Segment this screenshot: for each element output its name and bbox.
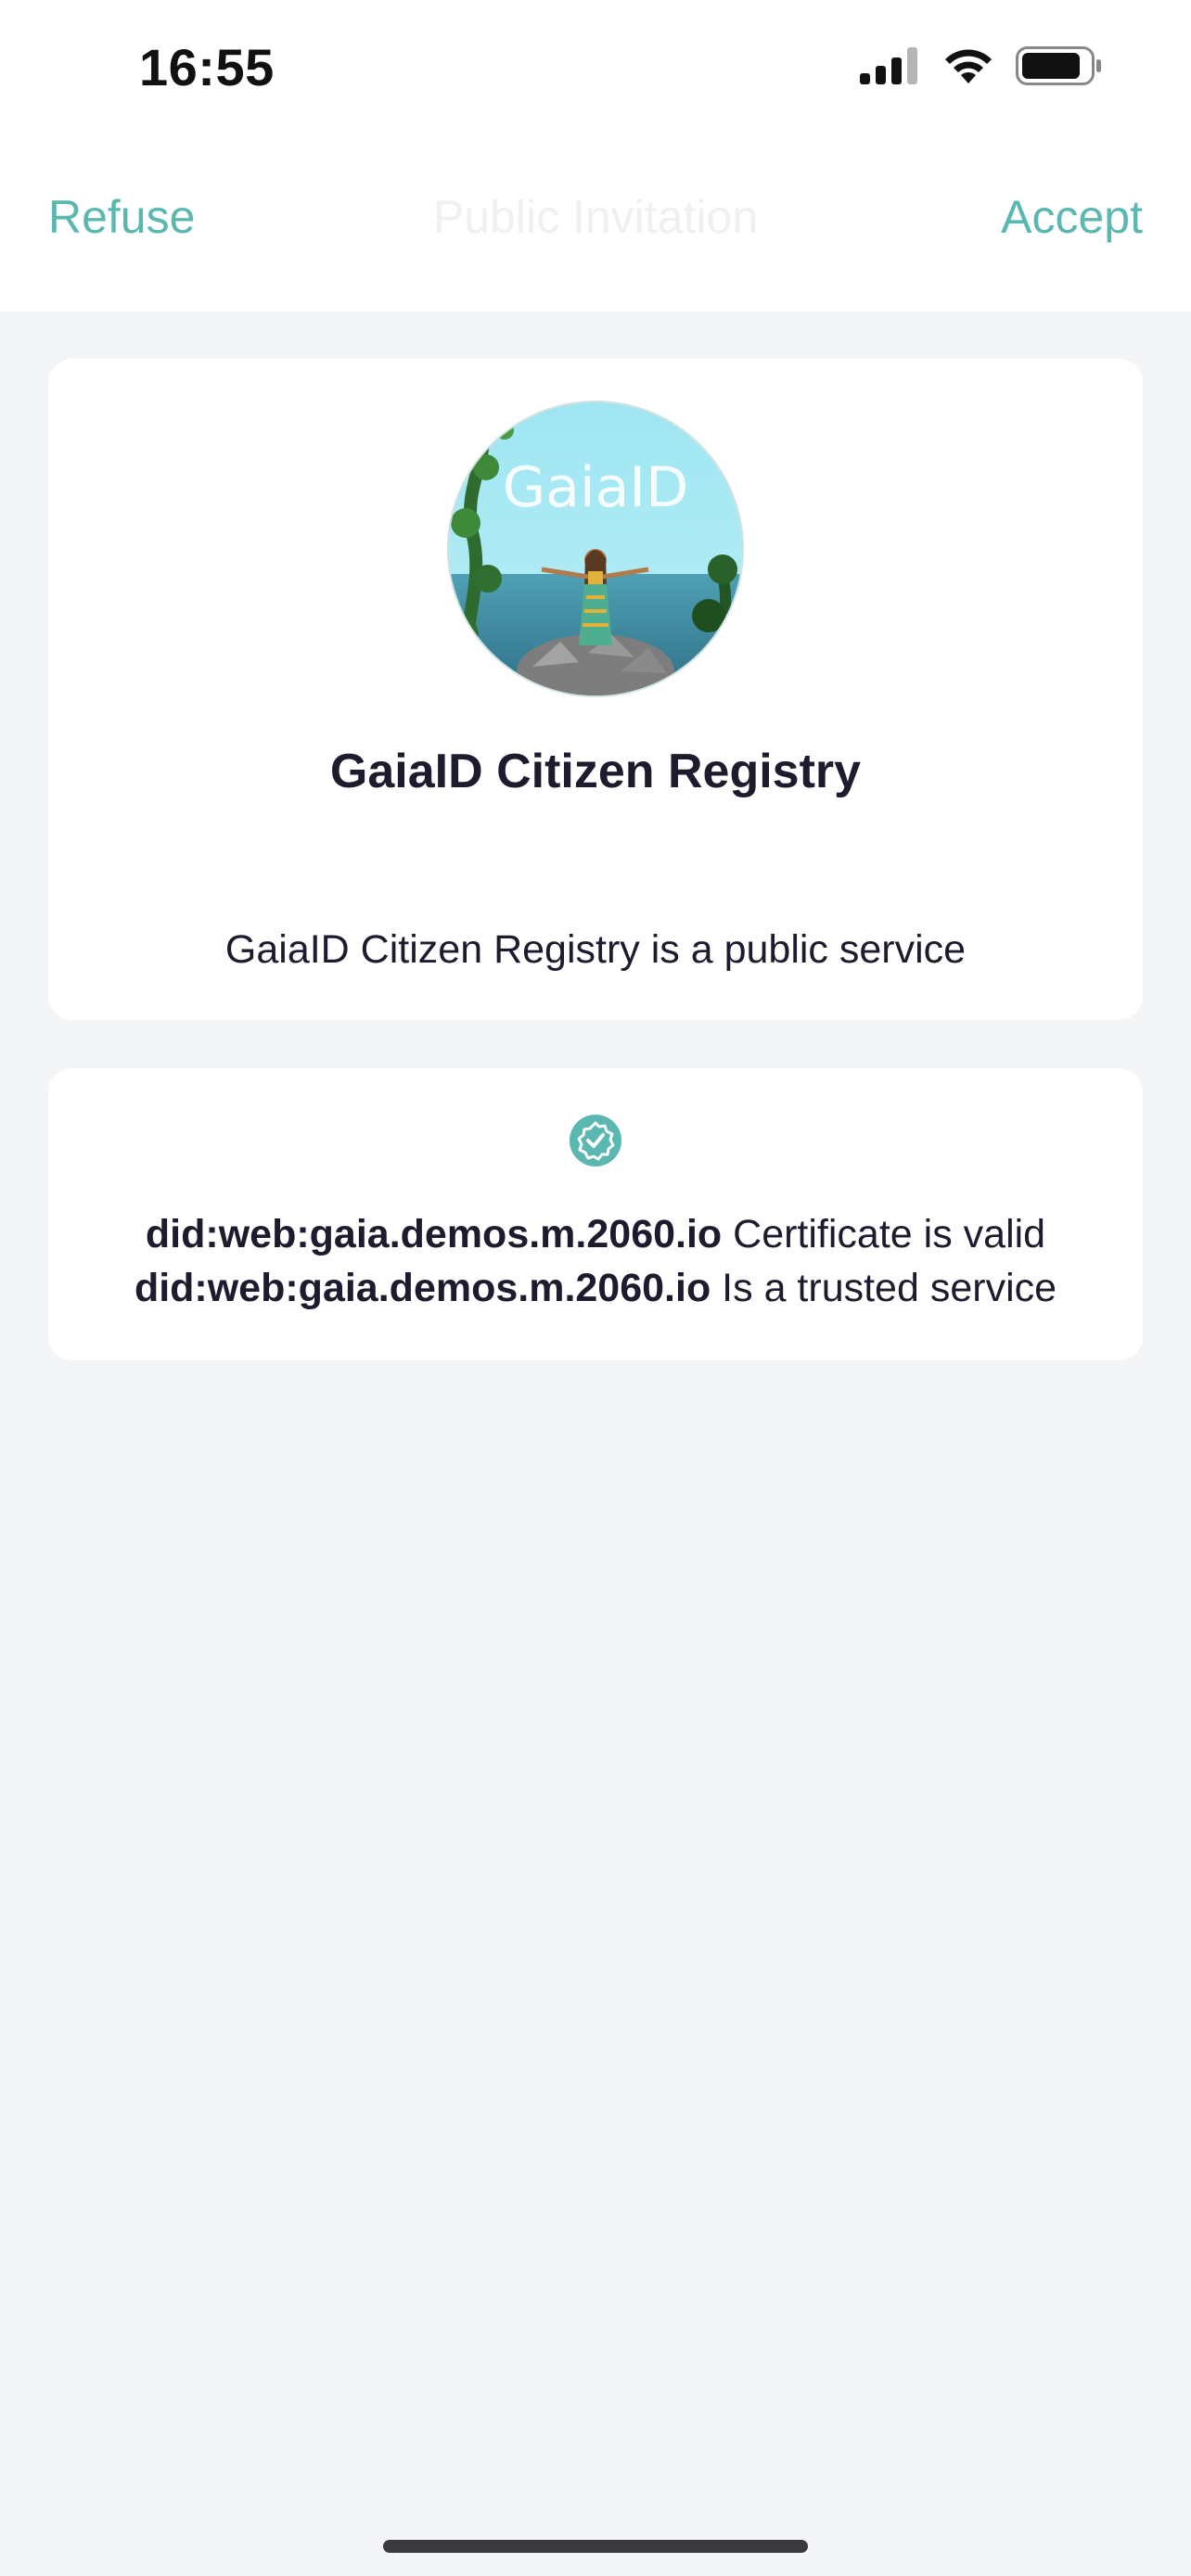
- service-card: GaiaID GaiaID Citizen Registry GaiaID Ci…: [48, 359, 1143, 1020]
- trusted-service-line: did:web:gaia.demos.m.2060.io Is a truste…: [48, 1261, 1143, 1315]
- battery-icon: [1016, 46, 1103, 90]
- trust-status: Is a trusted service: [722, 1266, 1057, 1310]
- status-time: 16:55: [139, 38, 275, 96]
- did-identifier: did:web:gaia.demos.m.2060.io: [134, 1266, 711, 1310]
- accept-button[interactable]: Accept: [1001, 190, 1143, 244]
- verified-badge-icon: [570, 1115, 621, 1167]
- service-logo: GaiaID: [447, 401, 744, 697]
- nav-bar: Refuse Public Invitation Accept: [0, 139, 1191, 312]
- logo-text: GaiaID: [503, 455, 689, 520]
- cellular-signal-icon: [860, 47, 921, 89]
- status-bar: 16:55: [0, 0, 1191, 139]
- trust-details: did:web:gaia.demos.m.2060.io Certificate…: [48, 1207, 1143, 1315]
- trust-card: did:web:gaia.demos.m.2060.io Certificate…: [48, 1068, 1143, 1360]
- home-indicator[interactable]: [383, 2540, 808, 2553]
- certificate-status: Certificate is valid: [733, 1212, 1046, 1256]
- wifi-icon: [941, 46, 995, 90]
- status-icons: [860, 46, 1103, 90]
- did-identifier: did:web:gaia.demos.m.2060.io: [145, 1212, 723, 1256]
- service-name: GaiaID Citizen Registry: [329, 745, 862, 798]
- certificate-valid-line: did:web:gaia.demos.m.2060.io Certificate…: [48, 1207, 1143, 1261]
- service-description: GaiaID Citizen Registry is a public serv…: [224, 927, 967, 972]
